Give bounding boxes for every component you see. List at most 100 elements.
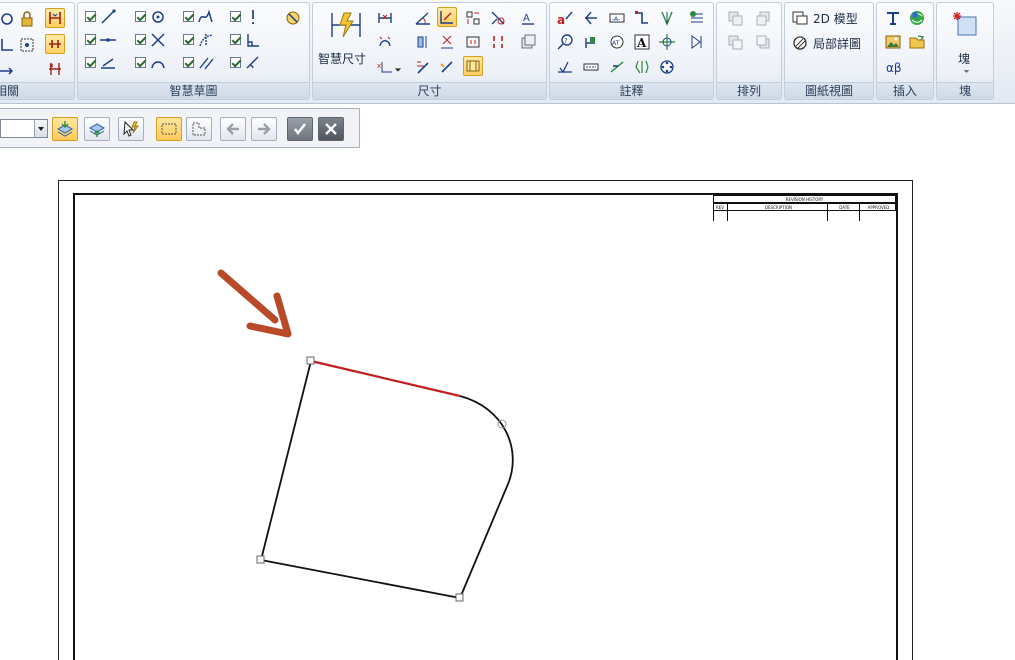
insert-folder-icon[interactable] xyxy=(907,32,927,52)
callout-icon[interactable]: a xyxy=(555,8,575,28)
bolt-hole-circle-icon[interactable] xyxy=(687,32,707,52)
next-button[interactable] xyxy=(251,117,277,141)
offset-relation-icon[interactable] xyxy=(45,59,65,79)
dimension-style-icon[interactable]: A xyxy=(518,8,538,28)
chamfer-dimension-icon[interactable] xyxy=(375,32,395,52)
center-point-icon xyxy=(148,7,168,27)
copy-attributes-icon[interactable] xyxy=(518,32,538,52)
sketch-option-arc-checkbox[interactable] xyxy=(135,57,146,68)
attach-dimension-icon[interactable] xyxy=(437,57,457,77)
distance-between-icon[interactable] xyxy=(375,8,395,28)
dimension-axis-icon[interactable]: x xyxy=(375,57,395,77)
symmetric-diameter-icon[interactable] xyxy=(488,8,508,28)
insert-symbol-icon[interactable]: αβ xyxy=(883,57,903,77)
svg-text:A: A xyxy=(523,13,530,24)
balloon-text-icon[interactable]: -A- xyxy=(607,8,627,28)
weld-symbol-icon[interactable] xyxy=(581,32,601,52)
insert-object-icon[interactable] xyxy=(907,8,927,28)
auto-dimension-icon[interactable] xyxy=(413,57,433,77)
previous-button[interactable] xyxy=(220,117,246,141)
perpendicular-relation-icon[interactable] xyxy=(0,35,17,55)
bolt-circle-icon[interactable] xyxy=(632,57,652,77)
edge-condition-icon[interactable] xyxy=(657,8,677,28)
angular-coordinate-icon[interactable] xyxy=(463,8,483,28)
send-backward-icon[interactable] xyxy=(753,8,773,28)
block-dropdown-icon[interactable] xyxy=(961,66,971,76)
chevron-down-icon[interactable] xyxy=(34,120,47,137)
accept-button[interactable] xyxy=(287,117,313,141)
svg-text:x: x xyxy=(377,62,381,70)
connect-relation-icon[interactable] xyxy=(45,34,65,54)
model-2d-icon[interactable] xyxy=(790,8,810,28)
layer-select[interactable] xyxy=(0,119,48,138)
circle-relation-icon[interactable] xyxy=(0,9,17,29)
hole-table-icon[interactable] xyxy=(657,57,677,77)
bring-forward-icon[interactable] xyxy=(725,8,745,28)
lock-relation-icon[interactable] xyxy=(17,9,37,29)
block-icon[interactable] xyxy=(951,9,981,39)
sketch-option-center-checkbox[interactable] xyxy=(135,11,146,22)
perpendicular-icon xyxy=(243,30,263,50)
rigid-set-icon[interactable] xyxy=(45,8,65,28)
group-label-annotation: 註釋 xyxy=(550,82,713,99)
sketch-option-silhouette-checkbox[interactable] xyxy=(85,57,96,68)
angle-between-icon[interactable] xyxy=(413,8,433,28)
smart-dimension-icon[interactable] xyxy=(329,9,363,41)
baseline-dimension-icon[interactable] xyxy=(463,32,483,52)
relation-assistant-icon[interactable] xyxy=(283,7,303,27)
select-tool-button[interactable] xyxy=(118,117,144,141)
chain-dimension-icon[interactable] xyxy=(437,32,457,52)
datum-frame-icon[interactable]: AT xyxy=(607,32,627,52)
smart-dimension-label[interactable]: 智慧尺寸 xyxy=(318,50,366,67)
bring-to-front-icon[interactable] xyxy=(725,32,745,52)
sketch-option-tangent-checkbox[interactable] xyxy=(183,34,194,45)
command-bar xyxy=(0,108,360,148)
detail-view-icon[interactable] xyxy=(790,33,810,53)
sketch-option-vertical-checkbox[interactable] xyxy=(230,11,241,22)
sketch-option-endpoint-checkbox[interactable] xyxy=(85,11,96,22)
active-layer-button[interactable] xyxy=(84,117,110,141)
horizontal-relation-icon[interactable] xyxy=(0,61,17,81)
leader-icon[interactable] xyxy=(581,8,601,28)
dimension-axis-dropdown-icon[interactable] xyxy=(393,60,403,80)
revision-column-description: DESCRIPTION xyxy=(727,203,828,211)
symmetric-relation-icon[interactable] xyxy=(17,35,37,55)
group-label-insert: 插入 xyxy=(877,82,933,99)
sketch-option-midpoint-checkbox[interactable] xyxy=(85,34,96,45)
block-button-label[interactable]: 塊 xyxy=(958,50,970,67)
sketch-option-curve-checkbox[interactable] xyxy=(183,11,194,22)
insert-image-icon[interactable] xyxy=(883,32,903,52)
sketch-option-parallel-checkbox[interactable] xyxy=(183,57,194,68)
detail-view-label[interactable]: 局部詳圖 xyxy=(813,35,861,52)
model-2d-label[interactable]: 2D 模型 xyxy=(813,10,858,27)
text-icon[interactable]: A xyxy=(632,32,652,52)
sketch-option-angle-checkbox[interactable] xyxy=(230,57,241,68)
cancel-button[interactable] xyxy=(318,117,344,141)
center-mark-icon[interactable] xyxy=(657,32,677,52)
add-annotation-icon[interactable] xyxy=(687,8,707,28)
datum-target-icon[interactable] xyxy=(581,57,601,77)
rectangle-select-button[interactable] xyxy=(156,117,182,141)
group-dimension: 智慧尺寸 A x 尺寸 xyxy=(312,2,547,100)
coordinate-dimension-icon[interactable] xyxy=(437,7,457,27)
stack-dimension-icon[interactable] xyxy=(413,32,433,52)
connector-icon[interactable] xyxy=(632,8,652,28)
svg-text:A: A xyxy=(636,36,647,50)
insert-text-icon[interactable] xyxy=(883,8,903,28)
svg-text:-A-: -A- xyxy=(612,16,620,23)
parallel-icon xyxy=(196,53,216,73)
feature-control-frame-icon[interactable] xyxy=(555,57,575,77)
svg-text:AT: AT xyxy=(612,40,620,47)
dimension-frame-icon[interactable] xyxy=(463,56,483,76)
polygon-select-button[interactable] xyxy=(186,117,212,141)
sketch-option-perpendicular-checkbox[interactable] xyxy=(230,34,241,45)
select-layer-button[interactable] xyxy=(52,117,78,141)
lightning-cursor-icon xyxy=(123,120,139,137)
centerline-icon[interactable] xyxy=(607,57,627,77)
sketch-option-intersection-checkbox[interactable] xyxy=(135,34,146,45)
tangent-icon xyxy=(196,30,216,50)
symmetric-dimension-icon[interactable] xyxy=(488,32,508,52)
group-smart-sketch: 智慧草圖 xyxy=(77,2,310,100)
surface-texture-icon[interactable]: ? xyxy=(555,32,575,52)
send-to-back-icon[interactable] xyxy=(753,32,773,52)
